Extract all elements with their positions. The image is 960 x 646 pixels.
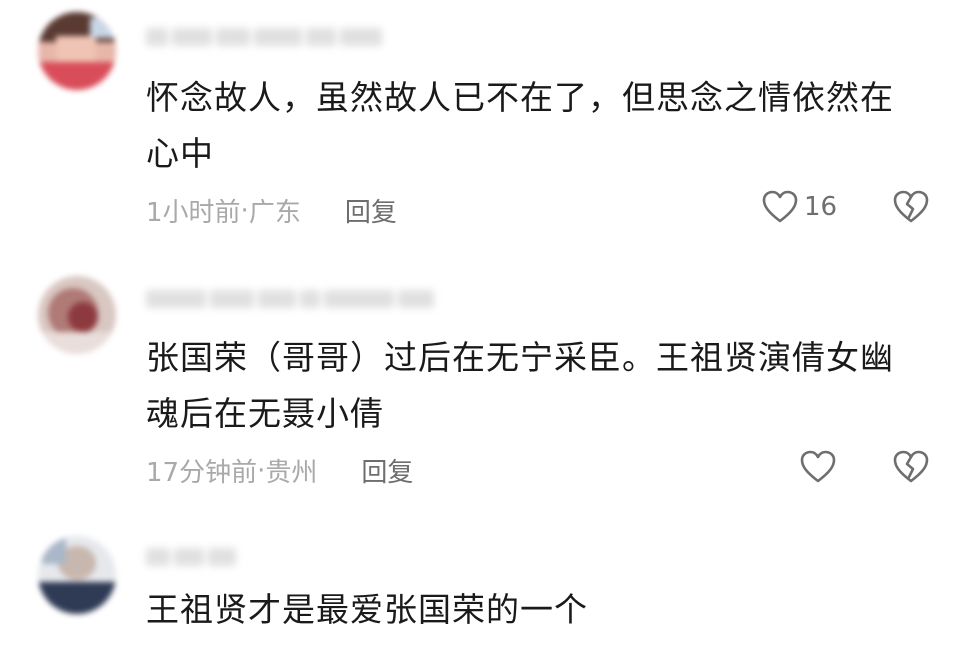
dislike-button[interactable]	[892, 450, 930, 484]
comment-time: 1小时前	[146, 198, 241, 228]
like-button[interactable]	[800, 450, 836, 484]
comment-text: 张国荣（哥哥）过后在无宁采臣。王祖贤演倩女幽魂后在无聂小倩	[146, 338, 894, 433]
avatar[interactable]	[38, 12, 116, 90]
comment-location: 贵州	[265, 458, 318, 488]
comment-time: 17分钟前	[146, 458, 258, 488]
comment-text: 王祖贤才是最爱张国荣的一个	[146, 590, 588, 629]
broken-heart-icon	[892, 190, 930, 224]
meta-separator: ·	[240, 195, 249, 226]
avatar[interactable]	[38, 536, 116, 614]
like-button[interactable]: 16	[762, 190, 837, 224]
username-blurred[interactable]	[146, 548, 236, 566]
comment-location: 广东	[248, 198, 301, 228]
like-count: 16	[804, 192, 838, 222]
username-blurred[interactable]	[146, 28, 382, 46]
dislike-button[interactable]	[892, 190, 930, 224]
comment-meta: 1小时前 · 广东 回复	[146, 192, 397, 229]
username-blurred[interactable]	[146, 290, 434, 308]
avatar[interactable]	[38, 276, 116, 354]
meta-separator: ·	[257, 455, 266, 486]
reply-button[interactable]: 回复	[361, 452, 413, 489]
broken-heart-icon	[892, 450, 930, 484]
heart-outline-icon	[762, 190, 798, 224]
reply-button[interactable]: 回复	[345, 192, 397, 229]
heart-outline-icon	[800, 450, 836, 484]
comment-meta: 17分钟前 · 贵州 回复	[146, 452, 413, 489]
comment-text: 怀念故人，虽然故人已不在了，但思念之情依然在心中	[146, 78, 894, 173]
